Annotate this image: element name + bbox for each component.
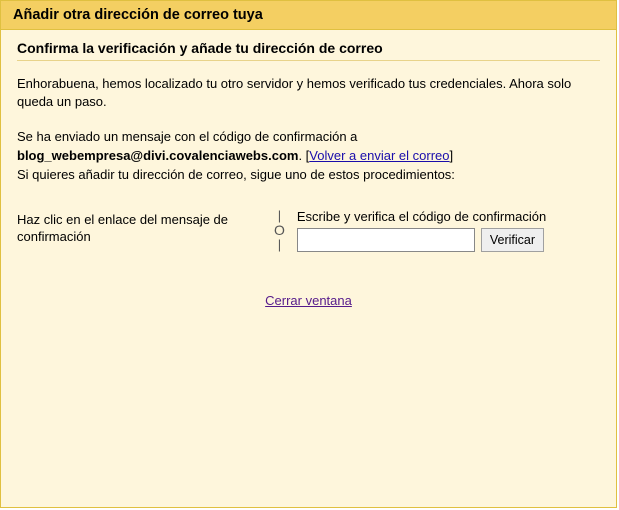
option-click-link: Haz clic en el enlace del mensaje de con… <box>17 209 262 246</box>
info-line2: Si quieres añadir tu dirección de correo… <box>17 167 455 182</box>
divider-text: O <box>274 223 285 238</box>
dialog-body: Confirma la verificación y añade tu dire… <box>1 30 616 324</box>
info-line1: Se ha enviado un mensaje con el código d… <box>17 129 357 144</box>
info-block: Se ha enviado un mensaje con el código d… <box>17 128 600 185</box>
divider-bar-bottom: | <box>278 238 281 252</box>
code-input-row: Verificar <box>297 228 600 252</box>
options-row: Haz clic en el enlace del mensaje de con… <box>17 209 600 253</box>
options-divider: | O | <box>272 209 287 253</box>
dialog-title: Añadir otra dirección de correo tuya <box>13 7 604 23</box>
option-enter-code: Escribe y verifica el código de confirma… <box>297 209 600 252</box>
congrats-text: Enhorabuena, hemos localizado tu otro se… <box>17 75 600 110</box>
divider-bar-top: | <box>278 209 281 223</box>
info-bracket-close: ] <box>449 148 453 163</box>
add-email-dialog: Añadir otra dirección de correo tuya Con… <box>0 0 617 508</box>
code-label: Escribe y verifica el código de confirma… <box>297 209 600 224</box>
verify-button[interactable]: Verificar <box>481 228 544 252</box>
title-bar: Añadir otra dirección de correo tuya <box>1 1 616 30</box>
info-dot: . [ <box>298 148 309 163</box>
confirmed-email: blog_webempresa@divi.covalenciawebs.com <box>17 148 298 163</box>
resend-link[interactable]: Volver a enviar el correo <box>309 148 449 163</box>
close-row: Cerrar ventana <box>17 293 600 308</box>
dialog-subtitle: Confirma la verificación y añade tu dire… <box>17 40 600 61</box>
code-input[interactable] <box>297 228 475 252</box>
close-link[interactable]: Cerrar ventana <box>265 293 352 308</box>
